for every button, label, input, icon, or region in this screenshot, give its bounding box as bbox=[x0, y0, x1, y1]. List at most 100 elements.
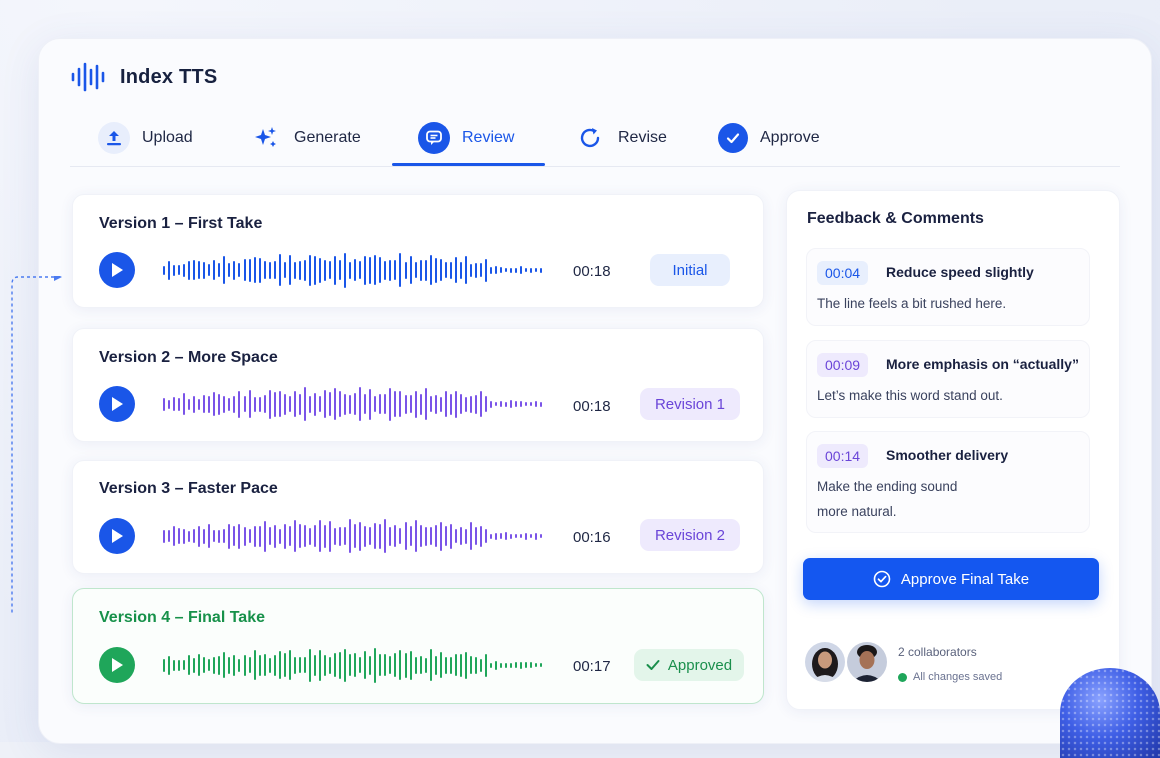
waveform-bar bbox=[168, 399, 171, 409]
waveform-bar bbox=[429, 255, 432, 285]
waveform-bar bbox=[334, 653, 337, 677]
duration: 00:17 bbox=[573, 658, 611, 675]
waveform-bar bbox=[359, 657, 362, 673]
play-button[interactable] bbox=[99, 386, 135, 422]
waveform-bar bbox=[419, 656, 422, 674]
timestamp-badge[interactable]: 00:14 bbox=[817, 444, 869, 468]
waveform-bar bbox=[223, 529, 226, 543]
timestamp-badge[interactable]: 00:04 bbox=[817, 261, 869, 285]
waveform-bar bbox=[485, 529, 487, 543]
waveform-bar bbox=[354, 524, 357, 548]
sparkle-icon bbox=[250, 122, 282, 154]
waveform-bar bbox=[329, 261, 332, 279]
avatar[interactable] bbox=[803, 640, 847, 684]
tab-upload[interactable]: Upload bbox=[98, 112, 193, 164]
waveform-bar bbox=[515, 267, 518, 273]
waveform-bar bbox=[490, 662, 493, 668]
waveform-bar bbox=[243, 654, 246, 676]
active-tab-indicator bbox=[392, 163, 545, 166]
waveform-bar bbox=[168, 260, 171, 280]
tab-revise[interactable]: Revise bbox=[574, 112, 667, 164]
waveform-bar bbox=[223, 256, 226, 284]
waveform-bar bbox=[233, 526, 236, 546]
waveform-bar bbox=[278, 651, 281, 679]
feedback-item[interactable]: 00:09 More emphasis on “actually” Let’s … bbox=[806, 340, 1090, 418]
waveform-bar bbox=[364, 394, 367, 414]
version-badge: Initial bbox=[650, 254, 730, 286]
waveform-bar bbox=[344, 527, 347, 545]
feedback-item[interactable]: 00:14 Smoother delivery Make the ending … bbox=[806, 431, 1090, 533]
waveform-bar bbox=[374, 396, 377, 412]
feedback-item[interactable]: 00:04 Reduce speed slightly The line fee… bbox=[806, 248, 1090, 326]
waveform-bar bbox=[278, 391, 281, 417]
waveform-bar bbox=[318, 649, 321, 681]
waveform-bar bbox=[495, 660, 498, 670]
waveform-bar bbox=[449, 261, 452, 279]
audio-waveform[interactable] bbox=[163, 645, 543, 685]
waveform-bar bbox=[303, 259, 306, 281]
waveform-bar bbox=[233, 654, 236, 676]
timestamp-badge[interactable]: 00:09 bbox=[817, 353, 869, 377]
waveform-bar bbox=[183, 660, 186, 670]
waveform-bar bbox=[263, 261, 266, 279]
waveform-bar bbox=[520, 661, 523, 669]
waveform-bar bbox=[384, 519, 387, 553]
waveform-bar bbox=[404, 261, 407, 279]
waveform-bar bbox=[530, 267, 533, 273]
waveform-bar bbox=[419, 525, 422, 547]
waveform-bar bbox=[359, 261, 362, 279]
waveform-bar bbox=[303, 525, 306, 547]
play-button[interactable] bbox=[99, 252, 135, 288]
waveform-bar bbox=[334, 527, 337, 545]
waveform-bar bbox=[454, 257, 457, 283]
waveform-bar bbox=[459, 394, 462, 414]
waveform-bar bbox=[409, 395, 412, 413]
audio-waveform[interactable] bbox=[163, 384, 543, 424]
waveform-bar bbox=[429, 527, 432, 545]
waveform-bar bbox=[273, 261, 276, 279]
check-circle-icon bbox=[718, 123, 748, 153]
waveform-bar bbox=[313, 525, 316, 547]
tab-review[interactable]: Review bbox=[418, 112, 514, 164]
waveform-bar bbox=[238, 523, 241, 549]
waveform-bar bbox=[183, 263, 186, 277]
waveform-bar bbox=[168, 655, 171, 675]
waveform-bar bbox=[540, 401, 543, 407]
waveform-bar bbox=[288, 526, 291, 546]
waveform-bar bbox=[369, 527, 372, 545]
waveform-bar bbox=[384, 260, 387, 280]
waveform-bar bbox=[424, 388, 427, 420]
audio-waveform[interactable] bbox=[163, 516, 543, 556]
waveform-bar bbox=[173, 397, 176, 411]
waveform-bar bbox=[163, 265, 165, 275]
approve-final-take-button[interactable]: Approve Final Take bbox=[803, 558, 1099, 600]
waveform-bar bbox=[188, 398, 191, 410]
waveform-bar bbox=[449, 523, 452, 549]
waveform-bar bbox=[424, 657, 427, 673]
waveform-bar bbox=[349, 394, 352, 414]
waveform-bar bbox=[414, 390, 417, 418]
waveform-bar bbox=[208, 659, 211, 671]
play-button[interactable] bbox=[99, 647, 135, 683]
tab-generate[interactable]: Generate bbox=[250, 112, 361, 164]
tab-approve[interactable]: Approve bbox=[718, 112, 820, 164]
waveform-bar bbox=[313, 392, 316, 416]
waveform-bar bbox=[394, 525, 397, 547]
waveform-bar bbox=[444, 656, 447, 674]
play-button[interactable] bbox=[99, 518, 135, 554]
avatar[interactable] bbox=[845, 640, 889, 684]
waveform-bar bbox=[414, 262, 417, 278]
waveform-bar bbox=[298, 657, 301, 673]
waveform-bar bbox=[198, 398, 201, 410]
audio-waveform[interactable] bbox=[163, 250, 543, 290]
waveform-bar bbox=[469, 656, 472, 674]
waveform-bar bbox=[243, 396, 246, 412]
feedback-heading: Reduce speed slightly bbox=[886, 264, 1034, 280]
waveform-bar bbox=[540, 267, 543, 273]
waveform-bar bbox=[409, 256, 412, 284]
waveform-bar bbox=[479, 658, 482, 672]
waveform-bar bbox=[419, 259, 422, 281]
waveform-bar bbox=[379, 394, 382, 414]
waveform-bar bbox=[344, 393, 347, 415]
waveform-bar bbox=[193, 260, 196, 280]
